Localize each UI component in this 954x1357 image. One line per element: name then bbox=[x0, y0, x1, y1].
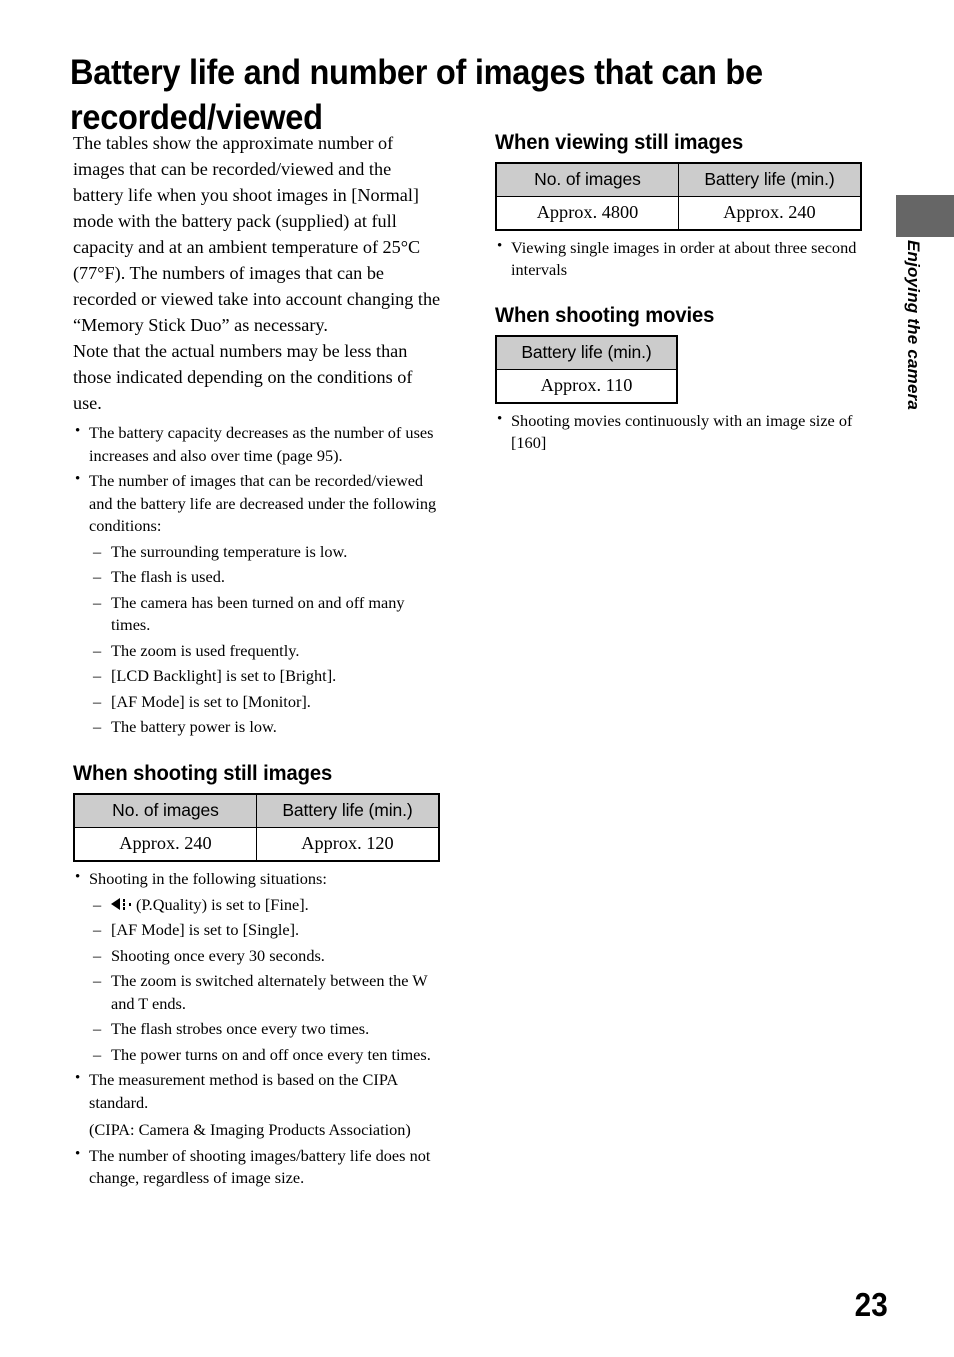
column-header-no-of-images: No. of images bbox=[73, 793, 257, 829]
list-item-text: Shooting in the following situations: bbox=[89, 869, 327, 889]
list-item-text: The number of shooting images/battery li… bbox=[89, 1145, 431, 1188]
list-item-text: Viewing single images in order at about … bbox=[511, 238, 857, 280]
list-item-text: The flash is used. bbox=[111, 567, 225, 587]
table-header-row: No. of images Battery life (min.) bbox=[495, 162, 862, 197]
list-item-text: The battery capacity decreases as the nu… bbox=[89, 423, 434, 465]
heading-when-shooting-movies: When shooting movies bbox=[495, 302, 715, 327]
list-item: Shooting in the following situations: (P… bbox=[73, 867, 441, 1067]
cell-battery-life: Approx. 240 bbox=[678, 196, 862, 231]
list-item-text: The surrounding temperature is low. bbox=[111, 541, 348, 561]
conditions-list: The surrounding temperature is low. The … bbox=[89, 541, 441, 739]
list-item-text: The battery power is low. bbox=[111, 716, 277, 736]
list-item-text: Shooting once every 30 seconds. bbox=[111, 945, 325, 965]
cell-battery-life: Approx. 110 bbox=[495, 368, 678, 404]
picture-quality-icon bbox=[111, 897, 134, 911]
list-item: Viewing single images in order at about … bbox=[495, 236, 861, 282]
list-item: Shooting movies continuously with an ima… bbox=[495, 409, 861, 455]
list-item-text: [AF Mode] is set to [Monitor]. bbox=[111, 691, 311, 711]
list-item: The camera has been turned on and off ma… bbox=[89, 592, 441, 637]
situations-list: (P.Quality) is set to [Fine]. [AF Mode] … bbox=[89, 894, 441, 1067]
column-header-battery-life: Battery life (min.) bbox=[495, 335, 678, 370]
list-item-text: The camera has been turned on and off ma… bbox=[111, 592, 405, 635]
table-header-row: Battery life (min.) bbox=[495, 335, 678, 370]
column-header-battery-life: Battery life (min.) bbox=[256, 793, 440, 829]
heading-when-shooting-still-images: When shooting still images bbox=[73, 761, 333, 786]
list-item-text: Shooting movies continuously with an ima… bbox=[511, 410, 853, 453]
list-item: The number of images that can be recorde… bbox=[73, 469, 441, 739]
list-item-text: [LCD Backlight] is set to [Bright]. bbox=[111, 666, 337, 686]
list-item-text: The zoom is switched alternately between… bbox=[111, 971, 428, 1013]
shooting-notes-list: Shooting in the following situations: (P… bbox=[73, 867, 441, 1190]
list-item: (P.Quality) is set to [Fine]. bbox=[89, 894, 441, 917]
cell-no-of-images: Approx. 240 bbox=[73, 827, 257, 862]
page-title: Battery life and number of images that c… bbox=[70, 53, 763, 138]
list-item: [AF Mode] is set to [Single]. bbox=[89, 919, 441, 942]
list-item-text: The power turns on and off once every te… bbox=[111, 1044, 431, 1064]
list-item-text: The number of images that can be recorde… bbox=[89, 471, 437, 536]
list-item-text: (P.Quality) is set to [Fine]. bbox=[136, 894, 309, 914]
table-shooting-still-images: No. of images Battery life (min.) Approx… bbox=[73, 793, 440, 863]
list-item: The zoom is used frequently. bbox=[89, 640, 441, 663]
intro-paragraph-2: Note that the actual numbers may be less… bbox=[73, 341, 413, 414]
list-item: The measurement method is based on the C… bbox=[73, 1068, 441, 1141]
viewing-notes-list: Viewing single images in order at about … bbox=[495, 236, 861, 282]
list-item: The zoom is switched alternately between… bbox=[89, 970, 441, 1015]
table-row: Approx. 240 Approx. 120 bbox=[73, 827, 440, 862]
document-page: Battery life and number of images that c… bbox=[0, 0, 954, 1357]
right-column: When viewing still images No. of images … bbox=[495, 130, 862, 458]
list-item: Shooting once every 30 seconds. bbox=[89, 945, 441, 968]
table-row: Approx. 4800 Approx. 240 bbox=[495, 196, 862, 231]
left-column: The tables show the approximate number o… bbox=[73, 130, 441, 1193]
cipa-expansion-text: (CIPA: Camera & Imaging Products Associa… bbox=[89, 1120, 411, 1140]
table-header-row: No. of images Battery life (min.) bbox=[73, 793, 440, 829]
list-item-text: [AF Mode] is set to [Single]. bbox=[111, 920, 300, 940]
list-item-text: The measurement method is based on the C… bbox=[89, 1070, 398, 1112]
list-item: [LCD Backlight] is set to [Bright]. bbox=[89, 665, 441, 688]
table-shooting-movies: Battery life (min.) Approx. 110 bbox=[495, 334, 678, 404]
list-item: The number of shooting images/battery li… bbox=[73, 1144, 441, 1190]
table-row: Approx. 110 bbox=[495, 368, 678, 404]
list-item: The battery power is low. bbox=[89, 716, 441, 739]
page-number: 23 bbox=[854, 1286, 888, 1323]
list-item: The battery capacity decreases as the nu… bbox=[73, 421, 441, 467]
list-item-text: The zoom is used frequently. bbox=[111, 640, 300, 660]
list-item-text: The flash strobes once every two times. bbox=[111, 1019, 370, 1039]
column-header-battery-life: Battery life (min.) bbox=[678, 162, 862, 197]
chapter-tab-label: Enjoying the camera bbox=[904, 240, 923, 411]
column-header-no-of-images: No. of images bbox=[495, 162, 679, 197]
chapter-tab-marker bbox=[896, 195, 954, 237]
heading-when-viewing-still-images: When viewing still images bbox=[495, 130, 744, 154]
list-item: The surrounding temperature is low. bbox=[89, 541, 441, 564]
list-item: The flash strobes once every two times. bbox=[89, 1018, 441, 1041]
movies-notes-list: Shooting movies continuously with an ima… bbox=[495, 409, 861, 455]
cell-no-of-images: Approx. 4800 bbox=[495, 196, 679, 231]
list-item: The power turns on and off once every te… bbox=[89, 1044, 441, 1067]
list-item: [AF Mode] is set to [Monitor]. bbox=[89, 691, 441, 714]
list-item: The flash is used. bbox=[89, 566, 441, 589]
table-viewing-still-images: No. of images Battery life (min.) Approx… bbox=[495, 162, 862, 231]
cell-battery-life: Approx. 120 bbox=[256, 827, 440, 862]
general-notes-list: The battery capacity decreases as the nu… bbox=[73, 421, 441, 739]
intro-paragraph-1: The tables show the approximate number o… bbox=[73, 133, 441, 336]
